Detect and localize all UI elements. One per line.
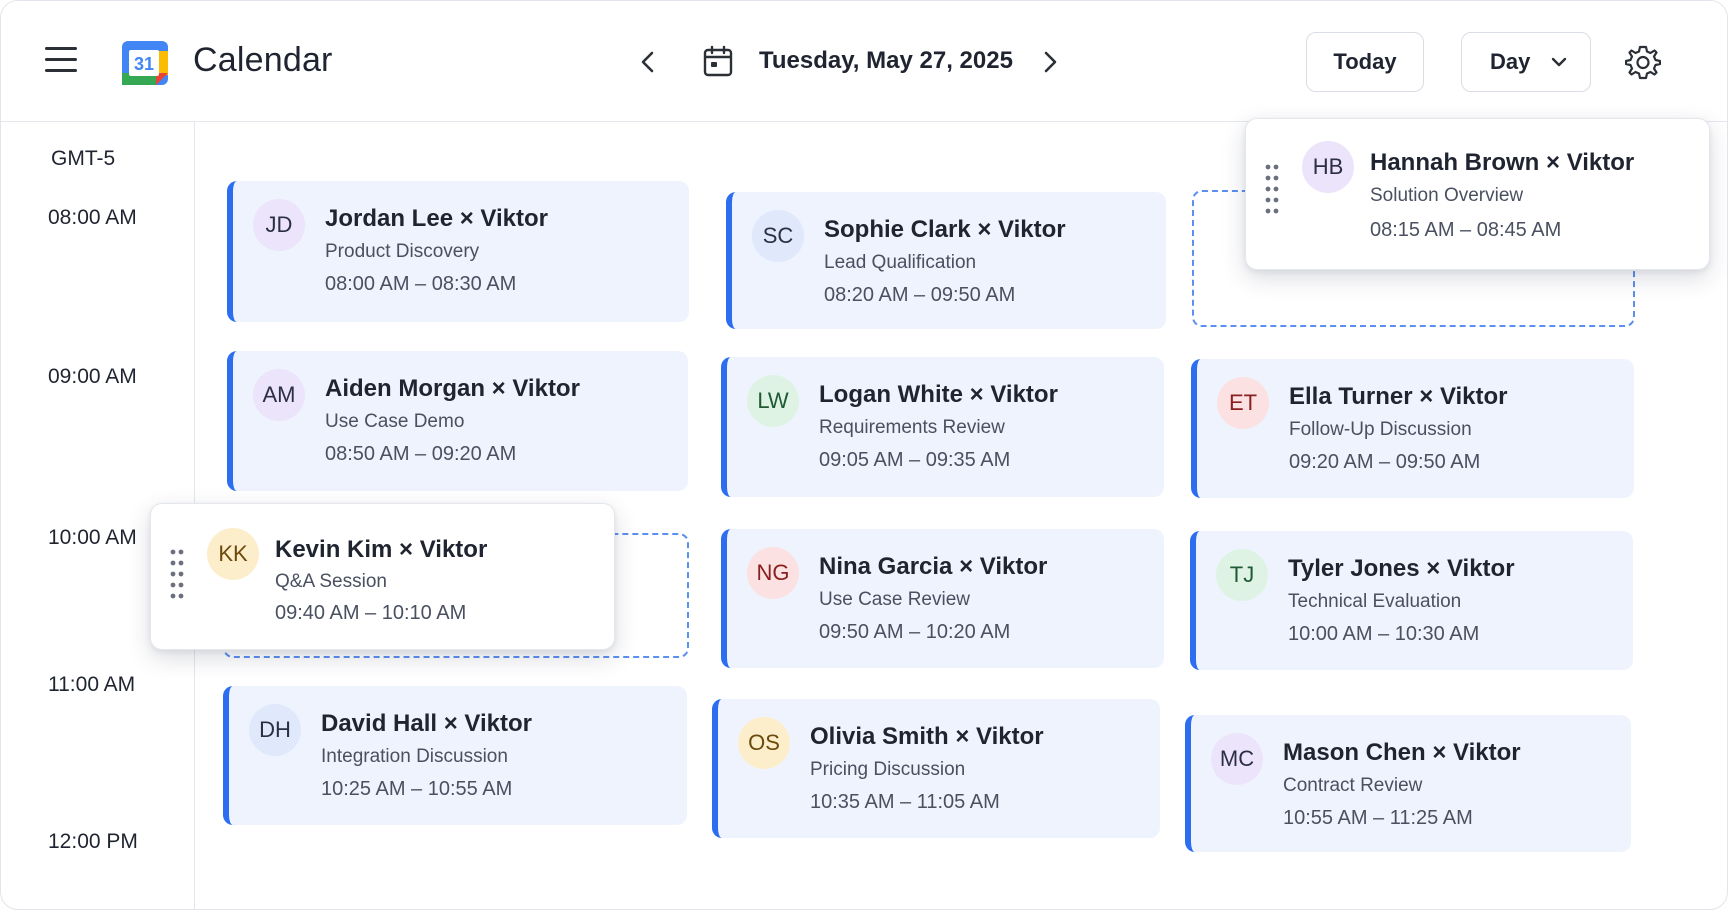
avatar: MC xyxy=(1211,733,1263,785)
time-label-0900: 09:00 AM xyxy=(48,365,137,388)
view-select-label: Day xyxy=(1490,49,1531,74)
chevron-left-icon[interactable] xyxy=(633,47,663,77)
event-card[interactable]: MC Mason Chen × Viktor Contract Review 1… xyxy=(1185,715,1631,852)
avatar: KK xyxy=(207,528,259,580)
event-subtitle: Pricing Discussion xyxy=(810,759,966,780)
menu-icon[interactable] xyxy=(45,47,77,75)
gear-icon[interactable] xyxy=(1625,44,1661,80)
calendar-logo-icon: 31 xyxy=(122,41,168,85)
event-time: 08:00 AM – 08:30 AM xyxy=(325,273,517,295)
event-card[interactable]: AM Aiden Morgan × Viktor Use Case Demo 0… xyxy=(227,351,688,491)
avatar: TJ xyxy=(1216,549,1268,601)
event-subtitle: Use Case Demo xyxy=(325,411,465,432)
event-time: 09:05 AM – 09:35 AM xyxy=(819,449,1011,471)
event-time: 08:20 AM – 09:50 AM xyxy=(824,284,1016,306)
event-title: Hannah Brown × Viktor xyxy=(1370,149,1635,176)
event-card[interactable]: TJ Tyler Jones × Viktor Technical Evalua… xyxy=(1190,531,1633,670)
event-subtitle: Integration Discussion xyxy=(321,746,508,767)
avatar: ET xyxy=(1217,377,1269,429)
time-label-0800: 08:00 AM xyxy=(48,206,137,229)
event-time: 10:00 AM – 10:30 AM xyxy=(1288,623,1480,645)
event-subtitle: Q&A Session xyxy=(275,571,387,592)
avatar: OS xyxy=(738,717,790,769)
current-date[interactable]: Tuesday, May 27, 2025 xyxy=(759,47,1013,75)
chevron-right-icon[interactable] xyxy=(1035,47,1065,77)
event-time: 10:25 AM – 10:55 AM xyxy=(321,778,513,800)
event-time: 09:20 AM – 09:50 AM xyxy=(1289,451,1481,473)
time-label-1100: 11:00 AM xyxy=(48,673,136,696)
avatar: NG xyxy=(747,547,799,599)
drag-handle-icon[interactable] xyxy=(169,548,185,600)
event-title: Sophie Clark × Viktor xyxy=(824,216,1066,243)
calendar-app: 31 Calendar Tuesday, May 27, 2025 Today … xyxy=(0,0,1728,910)
event-title: Aiden Morgan × Viktor xyxy=(325,375,580,402)
event-time: 10:55 AM – 11:25 AM xyxy=(1283,807,1473,829)
event-title: Tyler Jones × Viktor xyxy=(1288,555,1515,582)
today-button[interactable]: Today xyxy=(1306,32,1424,92)
event-time: 09:40 AM – 10:10 AM xyxy=(275,602,467,624)
event-title: David Hall × Viktor xyxy=(321,710,532,737)
event-subtitle: Requirements Review xyxy=(819,417,1005,438)
app-title: Calendar xyxy=(193,41,333,79)
dragging-event-card[interactable]: KK Kevin Kim × Viktor Q&A Session 09:40 … xyxy=(150,503,615,650)
event-title: Olivia Smith × Viktor xyxy=(810,723,1044,750)
avatar: JD xyxy=(253,199,305,251)
calendar-icon[interactable] xyxy=(703,45,733,77)
event-subtitle: Solution Overview xyxy=(1370,185,1524,206)
event-card[interactable]: SC Sophie Clark × Viktor Lead Qualificat… xyxy=(726,192,1166,329)
top-bar: 31 Calendar Tuesday, May 27, 2025 Today … xyxy=(1,1,1727,122)
time-label-1200: 12:00 PM xyxy=(48,830,138,853)
timezone-label: GMT-5 xyxy=(51,147,116,170)
avatar: HB xyxy=(1302,141,1354,193)
event-card[interactable]: DH David Hall × Viktor Integration Discu… xyxy=(223,686,687,825)
chevron-down-icon xyxy=(1551,57,1567,67)
event-title: Kevin Kim × Viktor xyxy=(275,536,488,563)
event-title: Logan White × Viktor xyxy=(819,381,1058,408)
dragging-event-card[interactable]: HB Hannah Brown × Viktor Solution Overvi… xyxy=(1245,118,1710,270)
event-card[interactable]: OS Olivia Smith × Viktor Pricing Discuss… xyxy=(712,699,1160,838)
avatar: SC xyxy=(752,210,804,262)
event-title: Mason Chen × Viktor xyxy=(1283,739,1521,766)
event-time: 08:50 AM – 09:20 AM xyxy=(325,443,517,465)
time-label-1000: 10:00 AM xyxy=(48,526,137,549)
event-subtitle: Product Discovery xyxy=(325,241,480,262)
event-card[interactable]: ET Ella Turner × Viktor Follow-Up Discus… xyxy=(1191,359,1634,498)
event-title: Ella Turner × Viktor xyxy=(1289,383,1508,410)
avatar: DH xyxy=(249,704,301,756)
event-subtitle: Technical Evaluation xyxy=(1288,591,1462,612)
event-card[interactable]: LW Logan White × Viktor Requirements Rev… xyxy=(721,357,1164,497)
event-subtitle: Follow-Up Discussion xyxy=(1289,419,1472,440)
event-card[interactable]: JD Jordan Lee × Viktor Product Discovery… xyxy=(227,181,689,322)
avatar: LW xyxy=(747,375,799,427)
view-select[interactable]: Day xyxy=(1461,32,1591,92)
event-time: 10:35 AM – 11:05 AM xyxy=(810,791,1000,813)
event-title: Nina Garcia × Viktor xyxy=(819,553,1048,580)
event-time: 09:50 AM – 10:20 AM xyxy=(819,621,1011,643)
event-subtitle: Contract Review xyxy=(1283,775,1423,796)
logo-number: 31 xyxy=(134,54,154,74)
event-card[interactable]: NG Nina Garcia × Viktor Use Case Review … xyxy=(721,529,1164,668)
event-subtitle: Use Case Review xyxy=(819,589,970,610)
event-time: 08:15 AM – 08:45 AM xyxy=(1370,219,1562,241)
event-subtitle: Lead Qualification xyxy=(824,252,977,273)
avatar: AM xyxy=(253,369,305,421)
event-title: Jordan Lee × Viktor xyxy=(325,205,548,232)
drag-handle-icon[interactable] xyxy=(1264,163,1280,215)
